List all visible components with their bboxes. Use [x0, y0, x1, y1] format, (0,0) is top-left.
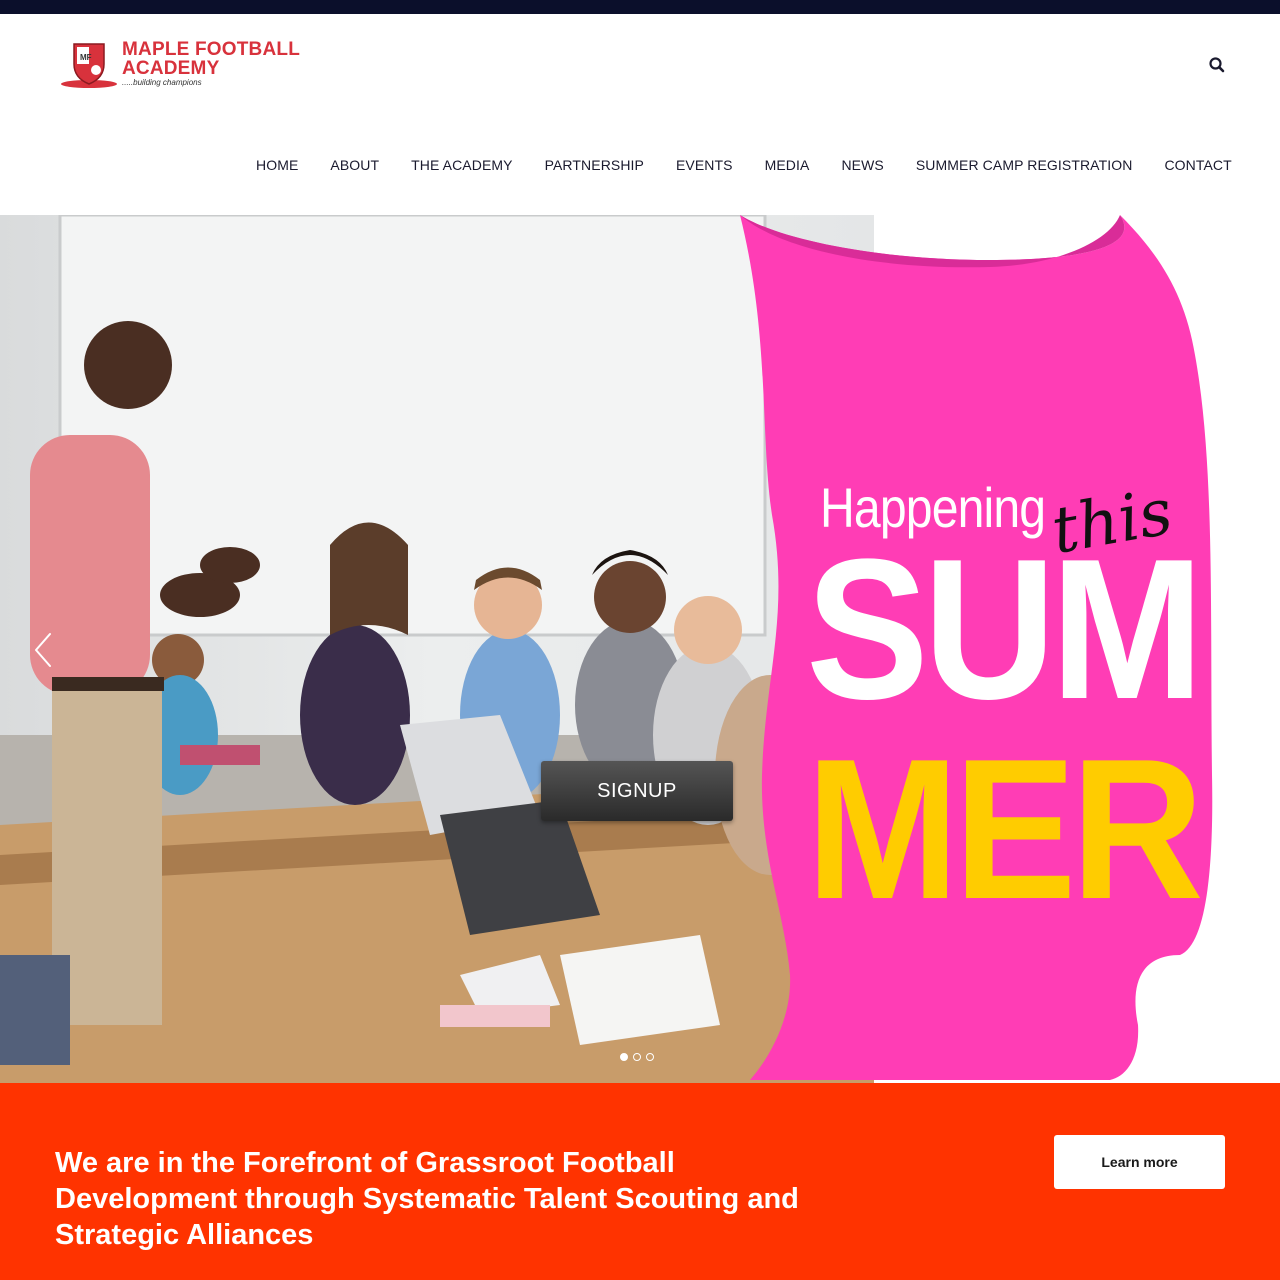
crest-logo-icon: MF — [61, 43, 117, 88]
signup-button[interactable]: SIGNUP — [541, 761, 733, 821]
nav-item-the-academy[interactable]: THE ACADEMY — [395, 157, 528, 173]
banner-mer-text: MER — [806, 718, 1204, 941]
crest-letters: MF — [80, 53, 92, 62]
site-logo[interactable]: MF MAPLE FOOTBALL ACADEMY .....building … — [58, 38, 299, 90]
chevron-left-icon[interactable] — [30, 630, 56, 670]
nav-item-home[interactable]: HOME — [240, 157, 314, 173]
nav-item-partnership[interactable]: PARTNERSHIP — [529, 157, 660, 173]
site-header: MF MAPLE FOOTBALL ACADEMY .....building … — [0, 14, 1280, 215]
nav-item-events[interactable]: EVENTS — [660, 157, 749, 173]
slider-dot-2[interactable] — [633, 1053, 641, 1061]
top-bar — [0, 0, 1280, 14]
nav-item-summer-camp-registration[interactable]: SUMMER CAMP REGISTRATION — [900, 157, 1149, 173]
logo-tagline: .....building champions — [122, 78, 202, 87]
learn-more-button[interactable]: Learn more — [1054, 1135, 1225, 1189]
slider-dot-3[interactable] — [646, 1053, 654, 1061]
logo-title: MAPLE FOOTBALL ACADEMY — [122, 39, 300, 79]
slider-dots — [620, 1053, 654, 1061]
nav-item-news[interactable]: NEWS — [825, 157, 899, 173]
nav-item-contact[interactable]: CONTACT — [1148, 157, 1247, 173]
hero-slider: Happening this SUM MER SIGNUP — [0, 215, 1280, 1083]
main-nav: HOME ABOUT THE ACADEMY PARTNERSHIP EVENT… — [240, 154, 1248, 176]
search-icon[interactable] — [1206, 54, 1228, 76]
banner-sum-text: SUM — [806, 518, 1204, 741]
nav-item-media[interactable]: MEDIA — [749, 157, 826, 173]
nav-item-about[interactable]: ABOUT — [314, 157, 395, 173]
cta-section: We are in the Forefront of Grassroot Foo… — [0, 1083, 1280, 1280]
cta-headline: We are in the Forefront of Grassroot Foo… — [55, 1147, 799, 1251]
slider-dot-1[interactable] — [620, 1053, 628, 1061]
